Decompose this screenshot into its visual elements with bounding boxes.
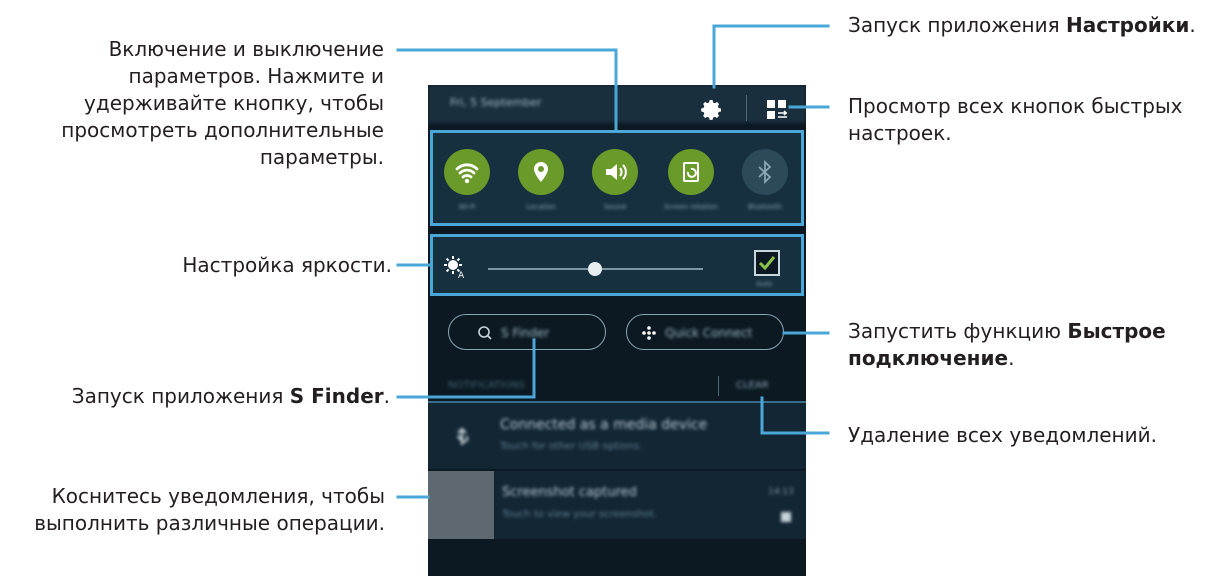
annotation-connector-lines (396, 24, 830, 499)
connector-line (760, 396, 830, 435)
connector-line (712, 24, 830, 89)
connector-line (396, 338, 536, 399)
connector-line (396, 48, 618, 132)
